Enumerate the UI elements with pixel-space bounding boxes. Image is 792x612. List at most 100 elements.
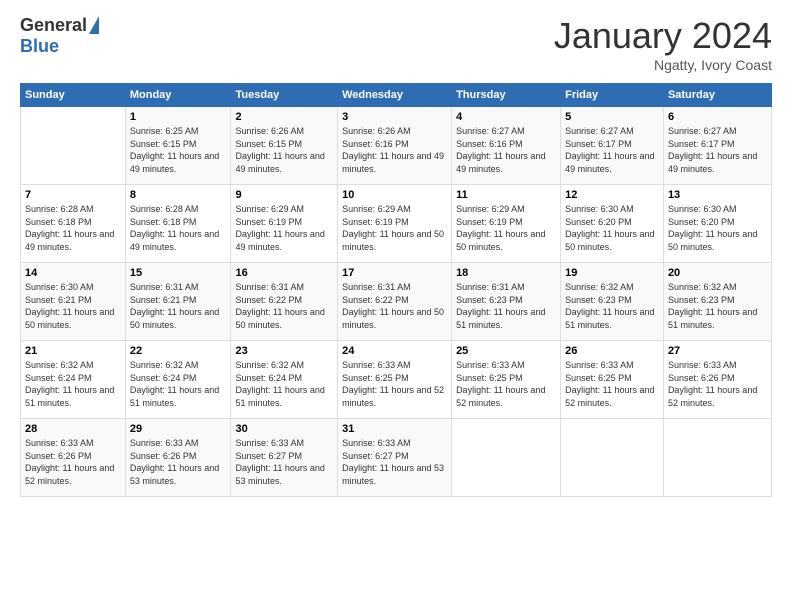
day-info: Sunrise: 6:33 AMSunset: 6:26 PMDaylight:… xyxy=(25,437,121,487)
weekday-header-thursday: Thursday xyxy=(452,84,561,107)
calendar-cell: 6 Sunrise: 6:27 AMSunset: 6:17 PMDaylight… xyxy=(663,107,771,185)
day-number: 25 xyxy=(456,345,556,357)
calendar-cell xyxy=(21,107,126,185)
day-info: Sunrise: 6:25 AMSunset: 6:15 PMDaylight:… xyxy=(130,125,227,175)
day-info: Sunrise: 6:27 AMSunset: 6:17 PMDaylight:… xyxy=(668,125,767,175)
day-info: Sunrise: 6:32 AMSunset: 6:24 PMDaylight:… xyxy=(25,359,121,409)
calendar-cell: 19Sunrise: 6:32 AMSunset: 6:23 PMDayligh… xyxy=(561,263,664,341)
day-info: Sunrise: 6:28 AMSunset: 6:18 PMDaylight:… xyxy=(130,203,227,253)
calendar-cell: 13 Sunrise: 6:30 AMSunset: 6:20 PMDayligh… xyxy=(663,185,771,263)
calendar-cell: 4 Sunrise: 6:27 AMSunset: 6:16 PMDaylight… xyxy=(452,107,561,185)
calendar-cell: 1Sunrise: 6:25 AMSunset: 6:15 PMDaylight… xyxy=(125,107,231,185)
calendar-cell: 5 Sunrise: 6:27 AMSunset: 6:17 PMDaylight… xyxy=(561,107,664,185)
calendar-week-row: 21 Sunrise: 6:32 AMSunset: 6:24 PMDayligh… xyxy=(21,341,772,419)
calendar-cell: 24 Sunrise: 6:33 AMSunset: 6:25 PMDayligh… xyxy=(338,341,452,419)
day-info: Sunrise: 6:30 AMSunset: 6:20 PMDaylight:… xyxy=(668,203,767,253)
day-number: 29 xyxy=(130,423,227,435)
weekday-header-monday: Monday xyxy=(125,84,231,107)
calendar-cell: 18Sunrise: 6:31 AMSunset: 6:23 PMDayligh… xyxy=(452,263,561,341)
calendar-week-row: 7 Sunrise: 6:28 AMSunset: 6:18 PMDaylight… xyxy=(21,185,772,263)
day-info: Sunrise: 6:32 AMSunset: 6:23 PMDaylight:… xyxy=(668,281,767,331)
calendar-cell: 11Sunrise: 6:29 AMSunset: 6:19 PMDayligh… xyxy=(452,185,561,263)
day-number: 28 xyxy=(25,423,121,435)
weekday-header-saturday: Saturday xyxy=(663,84,771,107)
weekday-header-tuesday: Tuesday xyxy=(231,84,338,107)
weekday-header-friday: Friday xyxy=(561,84,664,107)
day-info: Sunrise: 6:27 AMSunset: 6:16 PMDaylight:… xyxy=(456,125,556,175)
calendar-cell: 15 Sunrise: 6:31 AMSunset: 6:21 PMDayligh… xyxy=(125,263,231,341)
calendar-cell: 12Sunrise: 6:30 AMSunset: 6:20 PMDayligh… xyxy=(561,185,664,263)
day-info: Sunrise: 6:32 AMSunset: 6:23 PMDaylight:… xyxy=(565,281,659,331)
calendar-cell: 8 Sunrise: 6:28 AMSunset: 6:18 PMDaylight… xyxy=(125,185,231,263)
page-container: General Blue January 2024 Ngatty, Ivory … xyxy=(0,0,792,507)
weekday-header-sunday: Sunday xyxy=(21,84,126,107)
logo-general-text: General xyxy=(20,15,87,36)
calendar-cell xyxy=(663,419,771,497)
day-number: 2 xyxy=(235,111,333,123)
day-info: Sunrise: 6:33 AMSunset: 6:27 PMDaylight:… xyxy=(235,437,333,487)
day-info: Sunrise: 6:30 AMSunset: 6:21 PMDaylight:… xyxy=(25,281,121,331)
calendar-cell: 17 Sunrise: 6:31 AMSunset: 6:22 PMDayligh… xyxy=(338,263,452,341)
calendar-table: SundayMondayTuesdayWednesdayThursdayFrid… xyxy=(20,83,772,497)
calendar-cell xyxy=(452,419,561,497)
calendar-cell: 23 Sunrise: 6:32 AMSunset: 6:24 PMDayligh… xyxy=(231,341,338,419)
day-number: 5 xyxy=(565,111,659,123)
calendar-week-row: 28 Sunrise: 6:33 AMSunset: 6:26 PMDayligh… xyxy=(21,419,772,497)
day-info: Sunrise: 6:33 AMSunset: 6:26 PMDaylight:… xyxy=(668,359,767,409)
calendar-cell: 14 Sunrise: 6:30 AMSunset: 6:21 PMDayligh… xyxy=(21,263,126,341)
calendar-cell: 28 Sunrise: 6:33 AMSunset: 6:26 PMDayligh… xyxy=(21,419,126,497)
day-number: 24 xyxy=(342,345,447,357)
day-number: 23 xyxy=(235,345,333,357)
logo: General Blue xyxy=(20,15,99,57)
day-number: 15 xyxy=(130,267,227,279)
day-number: 14 xyxy=(25,267,121,279)
calendar-cell: 30 Sunrise: 6:33 AMSunset: 6:27 PMDayligh… xyxy=(231,419,338,497)
day-number: 17 xyxy=(342,267,447,279)
day-info: Sunrise: 6:33 AMSunset: 6:26 PMDaylight:… xyxy=(130,437,227,487)
calendar-cell: 29 Sunrise: 6:33 AMSunset: 6:26 PMDayligh… xyxy=(125,419,231,497)
calendar-cell: 27Sunrise: 6:33 AMSunset: 6:26 PMDayligh… xyxy=(663,341,771,419)
calendar-cell: 16Sunrise: 6:31 AMSunset: 6:22 PMDayligh… xyxy=(231,263,338,341)
day-number: 21 xyxy=(25,345,121,357)
calendar-cell: 9 Sunrise: 6:29 AMSunset: 6:19 PMDaylight… xyxy=(231,185,338,263)
day-info: Sunrise: 6:32 AMSunset: 6:24 PMDaylight:… xyxy=(235,359,333,409)
day-info: Sunrise: 6:28 AMSunset: 6:18 PMDaylight:… xyxy=(25,203,121,253)
day-number: 18 xyxy=(456,267,556,279)
day-number: 26 xyxy=(565,345,659,357)
day-info: Sunrise: 6:29 AMSunset: 6:19 PMDaylight:… xyxy=(235,203,333,253)
calendar-header-row: SundayMondayTuesdayWednesdayThursdayFrid… xyxy=(21,84,772,107)
day-info: Sunrise: 6:29 AMSunset: 6:19 PMDaylight:… xyxy=(456,203,556,253)
calendar-cell: 21 Sunrise: 6:32 AMSunset: 6:24 PMDayligh… xyxy=(21,341,126,419)
calendar-cell: 10 Sunrise: 6:29 AMSunset: 6:19 PMDayligh… xyxy=(338,185,452,263)
day-info: Sunrise: 6:26 AMSunset: 6:16 PMDaylight:… xyxy=(342,125,447,175)
logo-triangle-icon xyxy=(89,16,99,34)
day-number: 4 xyxy=(456,111,556,123)
calendar-week-row: 1Sunrise: 6:25 AMSunset: 6:15 PMDaylight… xyxy=(21,107,772,185)
day-number: 7 xyxy=(25,189,121,201)
day-number: 13 xyxy=(668,189,767,201)
calendar-cell: 2 Sunrise: 6:26 AMSunset: 6:15 PMDaylight… xyxy=(231,107,338,185)
day-info: Sunrise: 6:26 AMSunset: 6:15 PMDaylight:… xyxy=(235,125,333,175)
day-number: 3 xyxy=(342,111,447,123)
day-number: 16 xyxy=(235,267,333,279)
day-number: 8 xyxy=(130,189,227,201)
calendar-week-row: 14 Sunrise: 6:30 AMSunset: 6:21 PMDayligh… xyxy=(21,263,772,341)
calendar-cell: 26Sunrise: 6:33 AMSunset: 6:25 PMDayligh… xyxy=(561,341,664,419)
day-number: 9 xyxy=(235,189,333,201)
day-info: Sunrise: 6:31 AMSunset: 6:21 PMDaylight:… xyxy=(130,281,227,331)
day-info: Sunrise: 6:33 AMSunset: 6:25 PMDaylight:… xyxy=(342,359,447,409)
day-number: 30 xyxy=(235,423,333,435)
calendar-cell: 25Sunrise: 6:33 AMSunset: 6:25 PMDayligh… xyxy=(452,341,561,419)
logo-blue-text: Blue xyxy=(20,36,59,57)
day-number: 6 xyxy=(668,111,767,123)
day-number: 12 xyxy=(565,189,659,201)
calendar-cell: 22Sunrise: 6:32 AMSunset: 6:24 PMDayligh… xyxy=(125,341,231,419)
day-info: Sunrise: 6:31 AMSunset: 6:22 PMDaylight:… xyxy=(342,281,447,331)
day-info: Sunrise: 6:27 AMSunset: 6:17 PMDaylight:… xyxy=(565,125,659,175)
day-number: 10 xyxy=(342,189,447,201)
calendar-cell: 20 Sunrise: 6:32 AMSunset: 6:23 PMDayligh… xyxy=(663,263,771,341)
day-info: Sunrise: 6:29 AMSunset: 6:19 PMDaylight:… xyxy=(342,203,447,253)
day-number: 20 xyxy=(668,267,767,279)
month-title: January 2024 xyxy=(554,15,772,57)
page-header: General Blue January 2024 Ngatty, Ivory … xyxy=(20,15,772,73)
